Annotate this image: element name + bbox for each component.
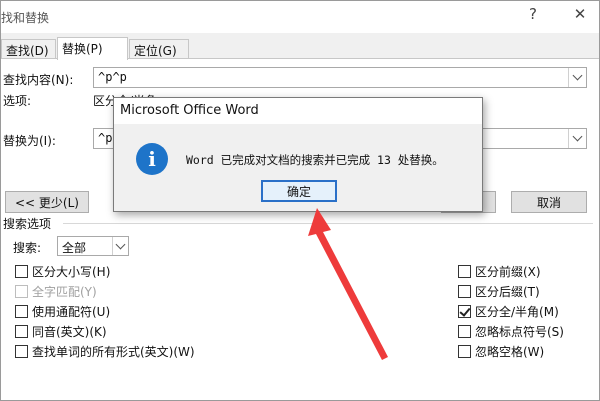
checkbox-label: 区分全/半角(M) [475, 305, 559, 319]
find-input[interactable]: ^p^p [93, 67, 587, 88]
match-prefix-checkbox[interactable]: 区分前缀(X) [458, 263, 541, 280]
replace-label: 替换为(I): [3, 134, 56, 148]
replace-result-message-box: Microsoft Office Word i Word 已完成对文档的搜索并已… [113, 97, 483, 212]
wildcards-checkbox[interactable]: 使用通配符(U) [15, 303, 110, 320]
message-box-body: i Word 已完成对文档的搜索并已完成 13 处替换。 确定 [114, 124, 482, 211]
find-label: 查找内容(N): [3, 73, 74, 87]
checkbox-label: 忽略空格(W) [475, 345, 545, 359]
checkbox-label: 查找单词的所有形式(英文)(W) [32, 345, 195, 359]
checkbox-box [15, 305, 28, 318]
less-button[interactable]: << 更少(L) [5, 191, 89, 213]
checkbox-label: 同音(英文)(K) [32, 325, 107, 339]
checkbox-label: 区分大小写(H) [32, 265, 111, 279]
tab-goto[interactable]: 定位(G) [129, 39, 189, 59]
all-word-forms-checkbox[interactable]: 查找单词的所有形式(英文)(W) [15, 343, 195, 360]
search-direction-select[interactable]: 全部 [57, 236, 129, 256]
checkbox-label: 区分前缀(X) [475, 265, 541, 279]
checkbox-box [15, 285, 28, 298]
message-text: Word 已完成对文档的搜索并已完成 13 处替换。 [186, 153, 444, 167]
checkbox-box-checked [458, 305, 471, 318]
sounds-like-checkbox[interactable]: 同音(英文)(K) [15, 323, 107, 340]
find-input-value: ^p^p [98, 70, 127, 84]
chevron-down-icon [572, 70, 583, 81]
ignore-punctuation-checkbox[interactable]: 忽略标点符号(S) [458, 323, 564, 340]
checkbox-box [458, 265, 471, 278]
close-button[interactable]: ✕ [567, 5, 593, 23]
match-width-checkbox[interactable]: 区分全/半角(M) [458, 303, 559, 320]
options-label: 选项: [3, 94, 32, 108]
checkbox-box [15, 265, 28, 278]
help-button[interactable]: ? [520, 5, 546, 23]
search-direction-value: 全部 [62, 241, 87, 255]
find-dropdown-button[interactable] [568, 68, 586, 87]
checkbox-box [458, 285, 471, 298]
replace-dropdown-button[interactable] [568, 129, 586, 148]
ok-button[interactable]: 确定 [261, 180, 337, 202]
title-bar: 找和替换 ? ✕ [1, 1, 599, 33]
window-title: 找和替换 [1, 11, 50, 25]
tab-find[interactable]: 查找(D) [1, 39, 56, 59]
checkbox-label: 使用通配符(U) [32, 305, 111, 319]
tab-replace[interactable]: 替换(P) [57, 37, 128, 60]
replace-input-value: ^p [98, 131, 113, 145]
checkbox-box [15, 325, 28, 338]
ignore-whitespace-checkbox[interactable]: 忽略空格(W) [458, 343, 544, 360]
checkbox-box [15, 345, 28, 358]
message-box-title: Microsoft Office Word [114, 98, 482, 124]
checkbox-label: 全字匹配(Y) [32, 285, 97, 299]
whole-word-checkbox[interactable]: 全字匹配(Y) [15, 283, 97, 300]
checkbox-label: 忽略标点符号(S) [475, 325, 564, 339]
tab-strip: 查找(D) 替换(P) 定位(G) [1, 37, 599, 60]
cancel-button[interactable]: 取消 [511, 191, 587, 213]
info-icon: i [136, 143, 168, 175]
checkbox-label: 区分后缀(T) [475, 285, 540, 299]
chevron-down-icon [572, 131, 583, 142]
search-direction-label: 搜索: [13, 241, 42, 255]
checkbox-box [458, 345, 471, 358]
checkbox-box [458, 325, 471, 338]
match-suffix-checkbox[interactable]: 区分后缀(T) [458, 283, 540, 300]
search-options-heading: 搜索选项 [3, 217, 52, 231]
section-divider [63, 223, 593, 224]
match-case-checkbox[interactable]: 区分大小写(H) [15, 263, 110, 280]
search-direction-dropdown[interactable] [112, 237, 128, 255]
chevron-down-icon [115, 239, 126, 249]
